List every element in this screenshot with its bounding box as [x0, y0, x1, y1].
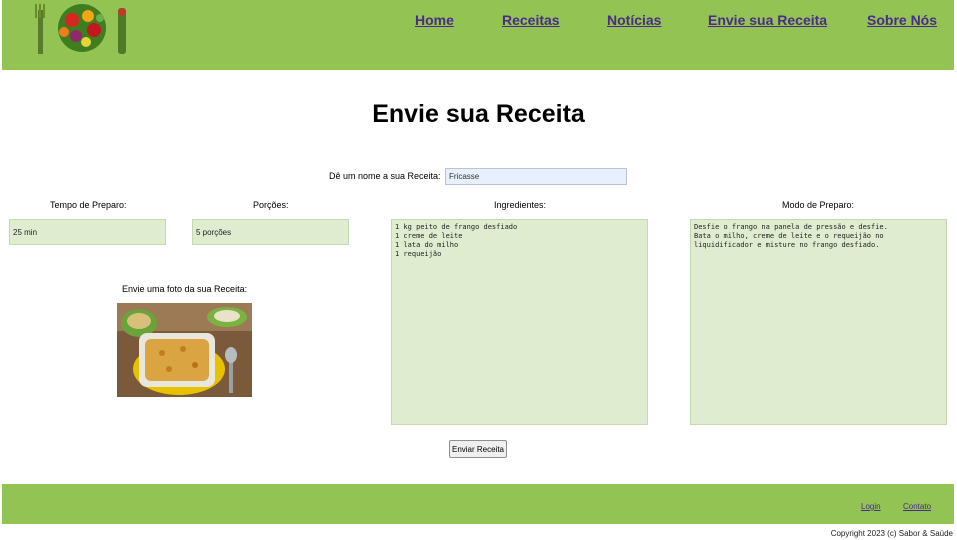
footer-contact-link[interactable]: Contato	[903, 502, 931, 511]
nav-news-link[interactable]: Notícias	[607, 12, 661, 28]
nav-home-link[interactable]: Home	[415, 12, 454, 28]
vegetables-logo-icon[interactable]	[32, 2, 134, 54]
method-textarea[interactable]	[690, 219, 947, 425]
recipe-name-label: Dê um nome a sua Receita:	[329, 171, 441, 181]
method-label: Modo de Preparo:	[782, 200, 855, 210]
nav-recipes-link[interactable]: Receitas	[502, 12, 560, 28]
recipe-photo[interactable]	[117, 303, 252, 397]
copyright-text: Copyright 2023 (c) Sabor & Saúde	[830, 529, 953, 538]
prep-time-label: Tempo de Preparo:	[50, 200, 127, 210]
footer-login-link[interactable]: Login	[861, 502, 881, 511]
submit-recipe-button[interactable]: Enviar Receita	[449, 440, 507, 458]
prep-time-input[interactable]	[9, 219, 166, 245]
servings-label: Porções:	[253, 200, 289, 210]
site-header: Home Receitas Notícias Envie sua Receita…	[2, 0, 954, 70]
servings-input[interactable]	[192, 219, 349, 245]
nav-about-link[interactable]: Sobre Nós	[867, 12, 937, 28]
ingredients-textarea[interactable]	[391, 219, 648, 425]
photo-label: Envie uma foto da sua Receita:	[122, 284, 248, 294]
page-title: Envie sua Receita	[372, 100, 585, 128]
recipe-name-input[interactable]	[445, 168, 627, 185]
nav-submit-recipe-link[interactable]: Envie sua Receita	[708, 12, 827, 28]
ingredients-label: Ingredientes:	[494, 200, 547, 210]
site-footer: Login Contato	[2, 484, 954, 524]
